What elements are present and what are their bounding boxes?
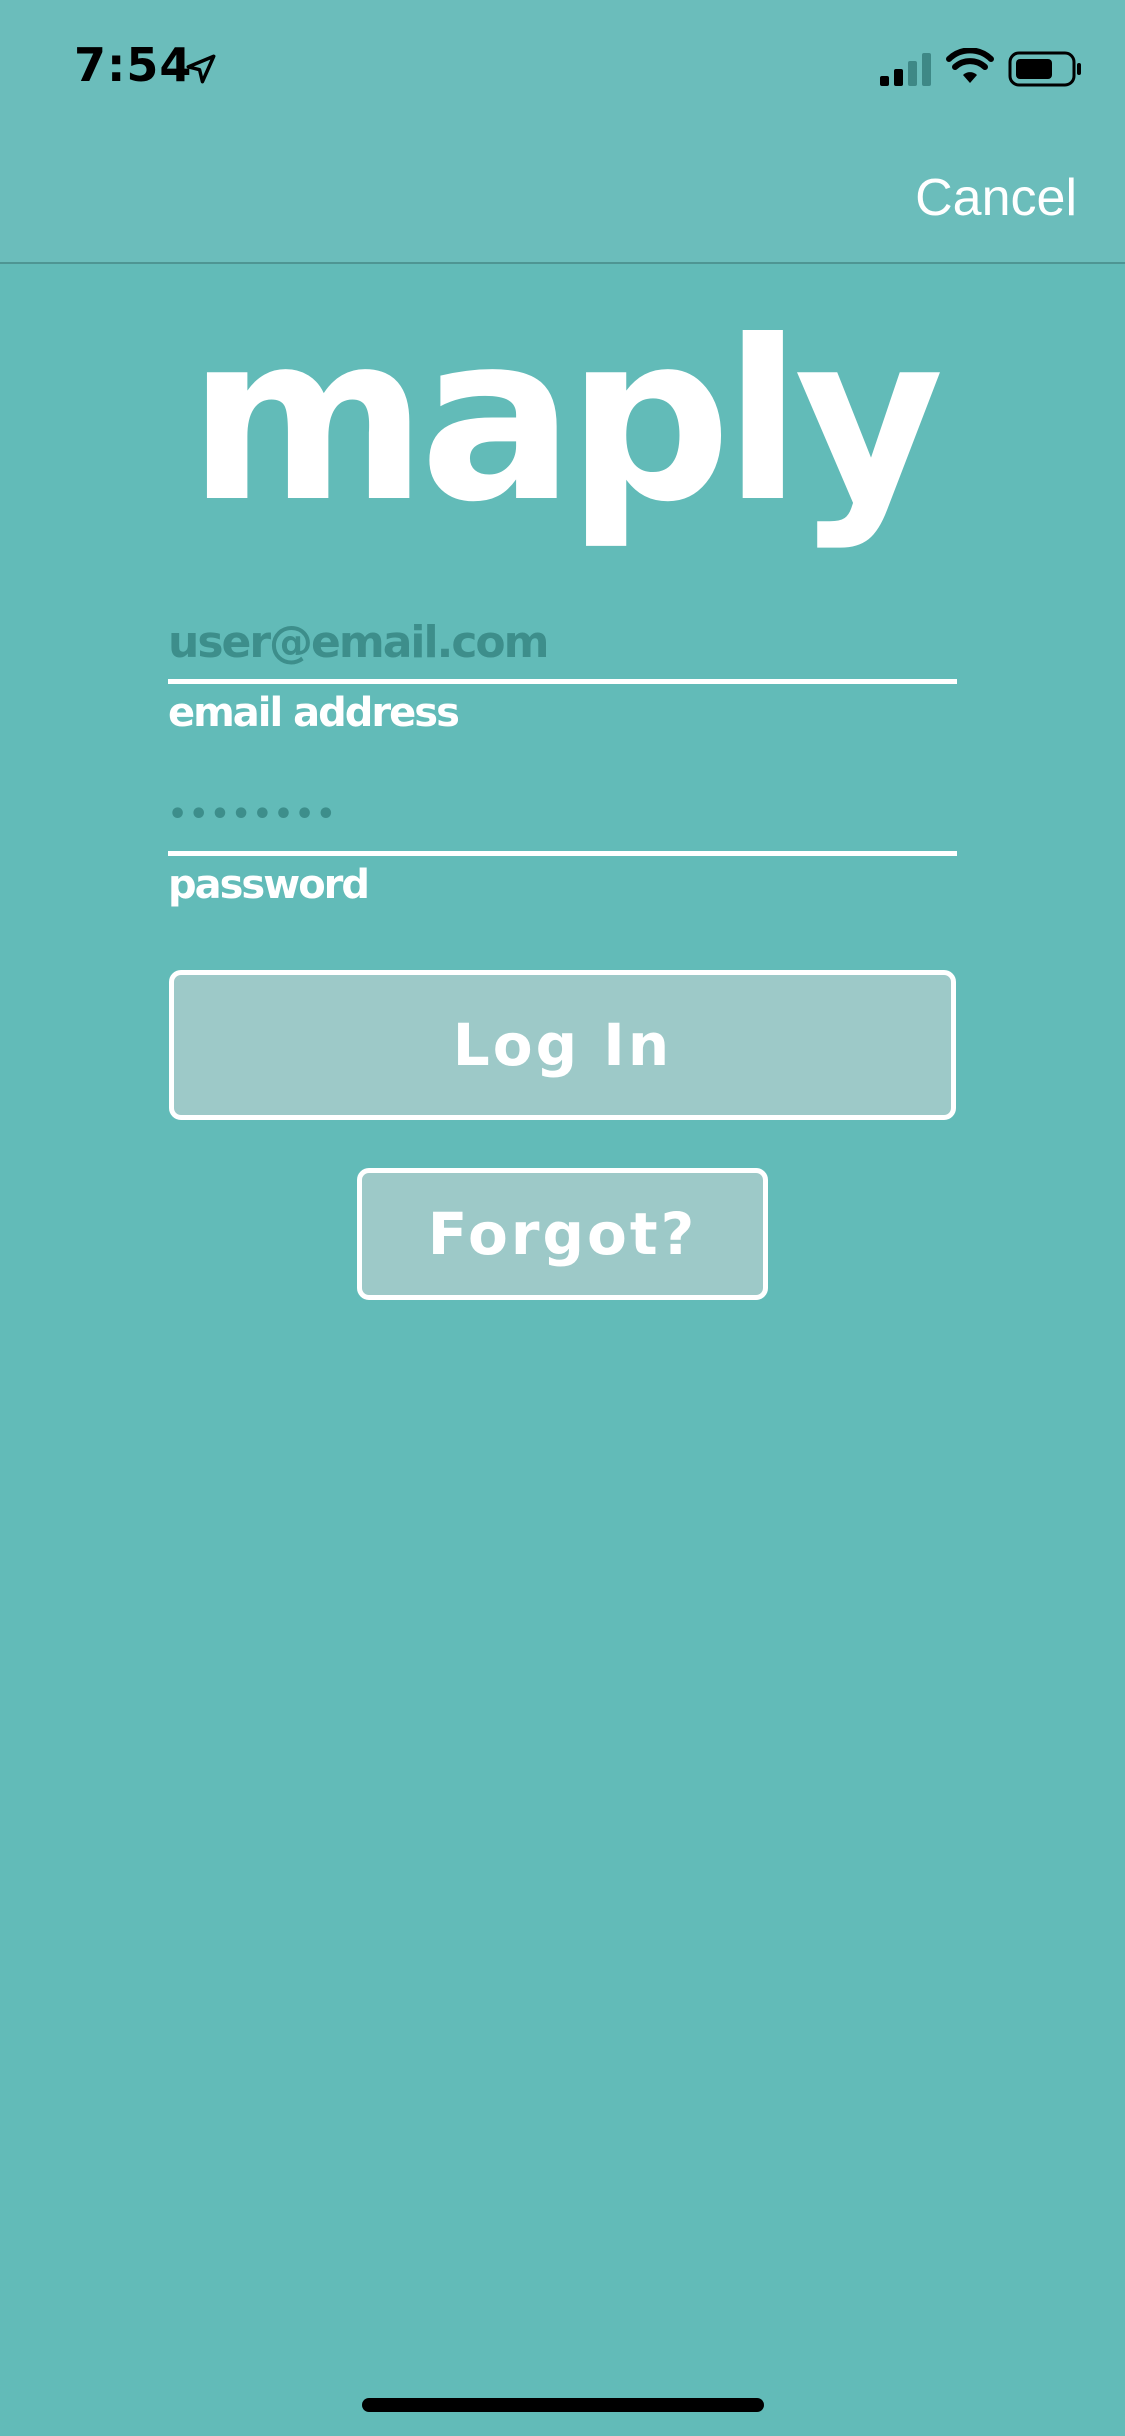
- cellular-signal-icon: [880, 53, 931, 86]
- wifi-icon: [946, 48, 994, 83]
- maply-logo: maply: [188, 330, 948, 553]
- nav-bar: Cancel: [0, 132, 1125, 264]
- password-input[interactable]: [168, 786, 957, 856]
- logo-text: maply: [188, 330, 940, 553]
- login-button[interactable]: Log In: [169, 970, 956, 1120]
- status-bar: 7:54: [0, 0, 1125, 132]
- email-input[interactable]: [168, 614, 957, 684]
- cancel-button[interactable]: Cancel: [915, 168, 1077, 228]
- password-caption: password: [168, 862, 370, 908]
- password-field-group: password: [168, 786, 957, 908]
- battery-icon: [1008, 51, 1081, 87]
- status-time: 7:54: [74, 38, 193, 92]
- email-caption: email address: [168, 690, 460, 736]
- location-arrow-icon: [186, 54, 216, 84]
- email-field-group: email address: [168, 614, 957, 736]
- forgot-password-button[interactable]: Forgot?: [357, 1168, 768, 1300]
- home-indicator[interactable]: [362, 2398, 764, 2412]
